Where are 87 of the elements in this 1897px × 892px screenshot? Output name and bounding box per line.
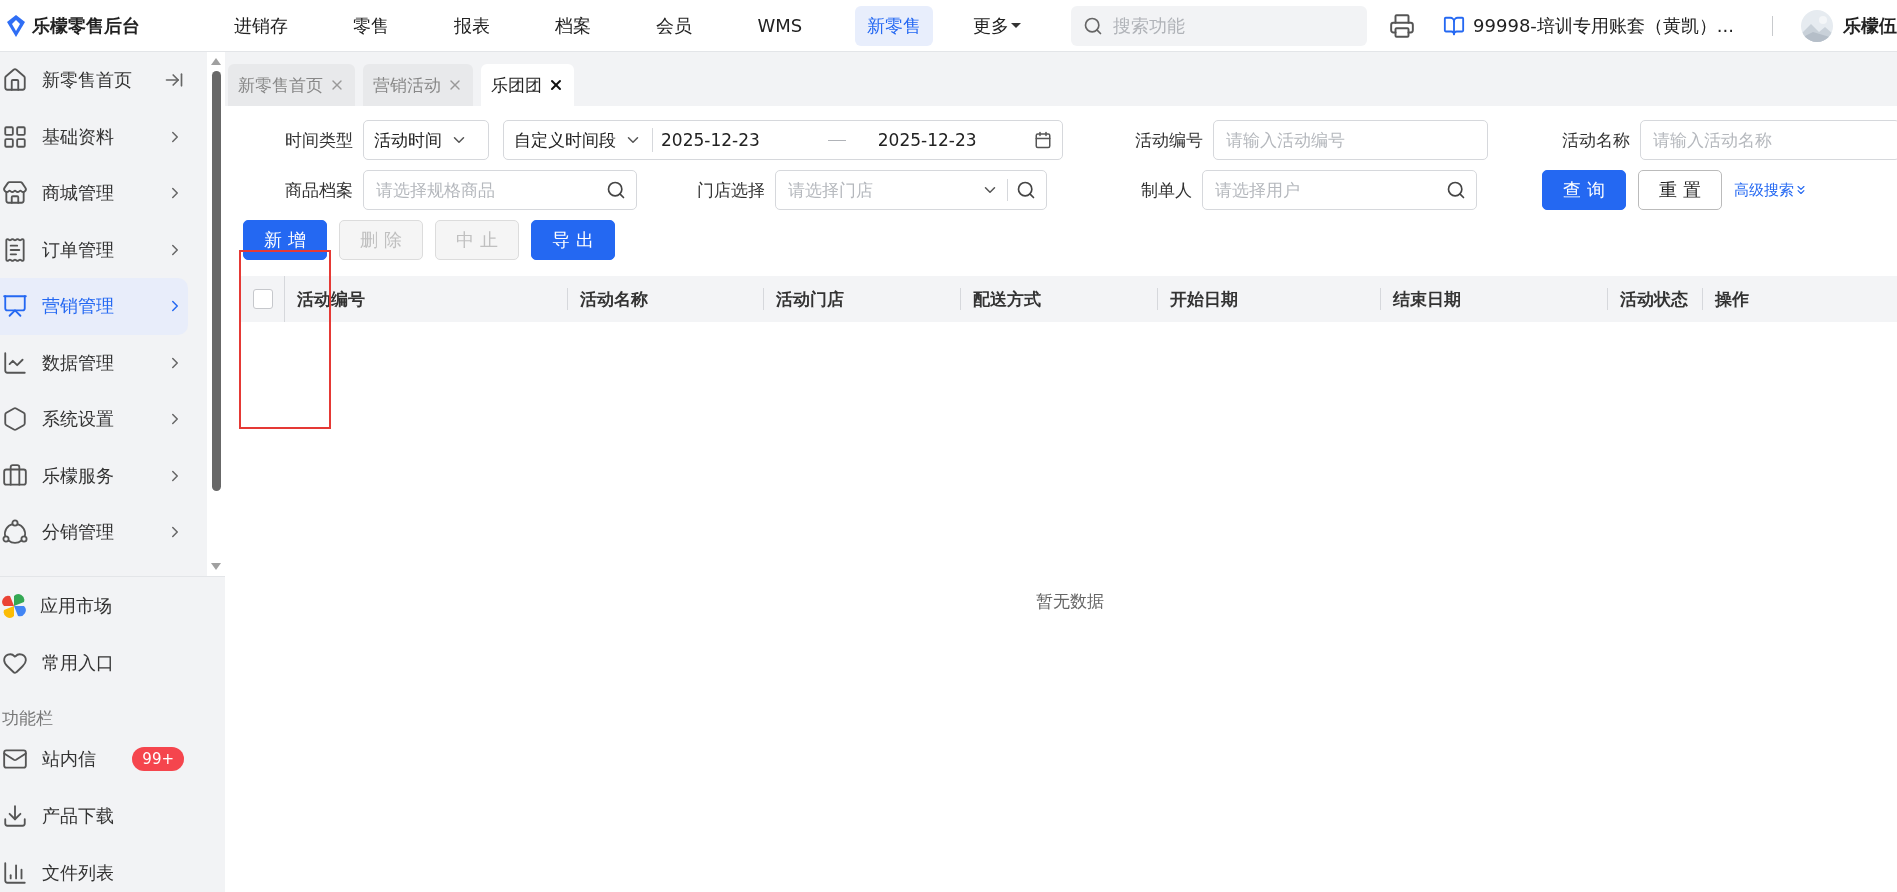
sidebar-item[interactable]: 系统设置 [0, 391, 188, 448]
double-chevron-icon [1794, 183, 1808, 197]
nav-item[interactable]: 档案 [543, 5, 604, 46]
sidebar-item[interactable]: 分销管理 [0, 504, 188, 561]
book-icon [1443, 14, 1466, 37]
field-label: 活动编号 [1134, 128, 1204, 152]
sidebar-item[interactable]: 商城管理 [0, 165, 188, 222]
field-label: 商品档案 [284, 178, 354, 202]
date-range-field[interactable]: 自定义时间段 2025-12-23 2025-12-23 [503, 120, 1063, 160]
download-icon [2, 802, 28, 829]
nav-item[interactable]: 新零售 [855, 5, 934, 46]
close-icon[interactable] [548, 77, 564, 93]
time-type-select[interactable]: 活动时间 [363, 120, 489, 160]
caret-icon [1011, 23, 1022, 28]
column-header: 配送方式 [973, 287, 1041, 311]
hexagon-icon [2, 406, 28, 433]
text-input[interactable]: 请选择用户 [1213, 179, 1438, 201]
scrollbar[interactable] [207, 52, 225, 576]
search-icon [1446, 180, 1466, 200]
sidebar-item[interactable]: 文件列表 [0, 844, 188, 892]
search-icon [1016, 180, 1036, 200]
field-label: 活动名称 [1561, 128, 1631, 152]
user-name[interactable]: 乐檬伍 [1843, 13, 1897, 38]
page-tab[interactable]: 乐团团 [481, 64, 574, 106]
text-input[interactable]: 请输入活动编号 [1224, 129, 1477, 151]
input-field[interactable]: 请输入活动名称 [1640, 120, 1897, 160]
text-input[interactable]: 请输入活动名称 [1651, 129, 1889, 151]
search-icon [1083, 15, 1104, 36]
calendar-icon [1034, 131, 1052, 149]
app-name: 乐檬零售后台 [32, 13, 140, 38]
field-label: 门店选择 [696, 178, 766, 202]
sidebar-item[interactable]: 新零售首页 [0, 52, 188, 109]
column-header: 活动门店 [776, 287, 844, 311]
bar-chart-icon [2, 859, 28, 886]
column-header: 活动状态 [1620, 287, 1688, 311]
query-button[interactable]: 查询 [1542, 170, 1626, 210]
user-search-field[interactable]: 请选择用户 [1202, 170, 1477, 210]
reset-button[interactable]: 重置 [1638, 170, 1722, 210]
screen-icon [2, 293, 28, 320]
sidebar-item[interactable]: 乐檬服务 [0, 447, 188, 504]
sidebar-item[interactable]: 产品下载 [0, 787, 188, 844]
grid-icon [2, 123, 28, 150]
sidebar-item[interactable]: 数据管理 [0, 334, 188, 391]
column-header: 活动名称 [580, 287, 648, 311]
account-switcher[interactable]: 99998-培训专用账套（黄凯）... [1443, 13, 1734, 38]
text-input[interactable]: 请选择规格商品 [374, 179, 598, 201]
field-label: 制单人 [1140, 178, 1193, 202]
printer-icon[interactable] [1389, 12, 1416, 39]
briefcase-icon [2, 462, 28, 489]
store-icon [2, 180, 28, 207]
nav-item[interactable]: 报表 [442, 5, 503, 46]
sidebar-item[interactable]: 应用市场 [0, 577, 188, 634]
line-chart-icon [2, 349, 28, 376]
column-header: 结束日期 [1393, 287, 1461, 311]
sidebar-item[interactable]: 常用入口 [0, 634, 188, 691]
text-input[interactable]: 请选择门店 [786, 179, 973, 201]
search-input[interactable]: 搜索功能 [1111, 14, 1342, 37]
logo-icon [6, 13, 26, 38]
search-field[interactable]: 搜索功能 [1071, 5, 1368, 46]
product-search-field[interactable]: 请选择规格商品 [363, 170, 637, 210]
house-icon [2, 67, 28, 94]
sidebar-item[interactable]: 基础资料 [0, 108, 188, 165]
app-market-icon [2, 593, 26, 618]
sidebar-item[interactable]: 订单管理 [0, 221, 188, 278]
select-all-checkbox[interactable] [252, 289, 273, 309]
action-button[interactable]: 导出 [531, 220, 615, 260]
nav-item[interactable]: 会员 [644, 5, 705, 46]
more-menu[interactable]: 更多 [973, 13, 1022, 38]
count-badge: 99+ [132, 746, 184, 771]
list-icon [2, 236, 28, 263]
empty-message: 暂无数据 [1036, 591, 1104, 611]
input-field[interactable]: 请输入活动编号 [1213, 120, 1488, 160]
sidebar-item[interactable]: 营销管理 [0, 278, 188, 335]
range-mode-select[interactable]: 自定义时间段 [514, 128, 653, 152]
action-button[interactable]: 新增 [243, 220, 327, 260]
field-label: 时间类型 [284, 128, 354, 152]
store-select[interactable]: 请选择门店 [775, 170, 1047, 210]
nav-item[interactable]: 进销存 [222, 5, 301, 46]
section-title: 功能栏 [1, 707, 54, 730]
nav-item[interactable]: WMS [745, 7, 815, 44]
column-header: 操作 [1715, 287, 1749, 311]
nav-item[interactable]: 零售 [341, 5, 402, 46]
sidebar-item[interactable]: 站内信 99+ [0, 730, 188, 787]
search-icon [606, 180, 626, 200]
network-icon [2, 519, 28, 546]
column-header: 开始日期 [1170, 287, 1238, 311]
advanced-search-link[interactable]: 高级搜索 [1734, 180, 1808, 200]
